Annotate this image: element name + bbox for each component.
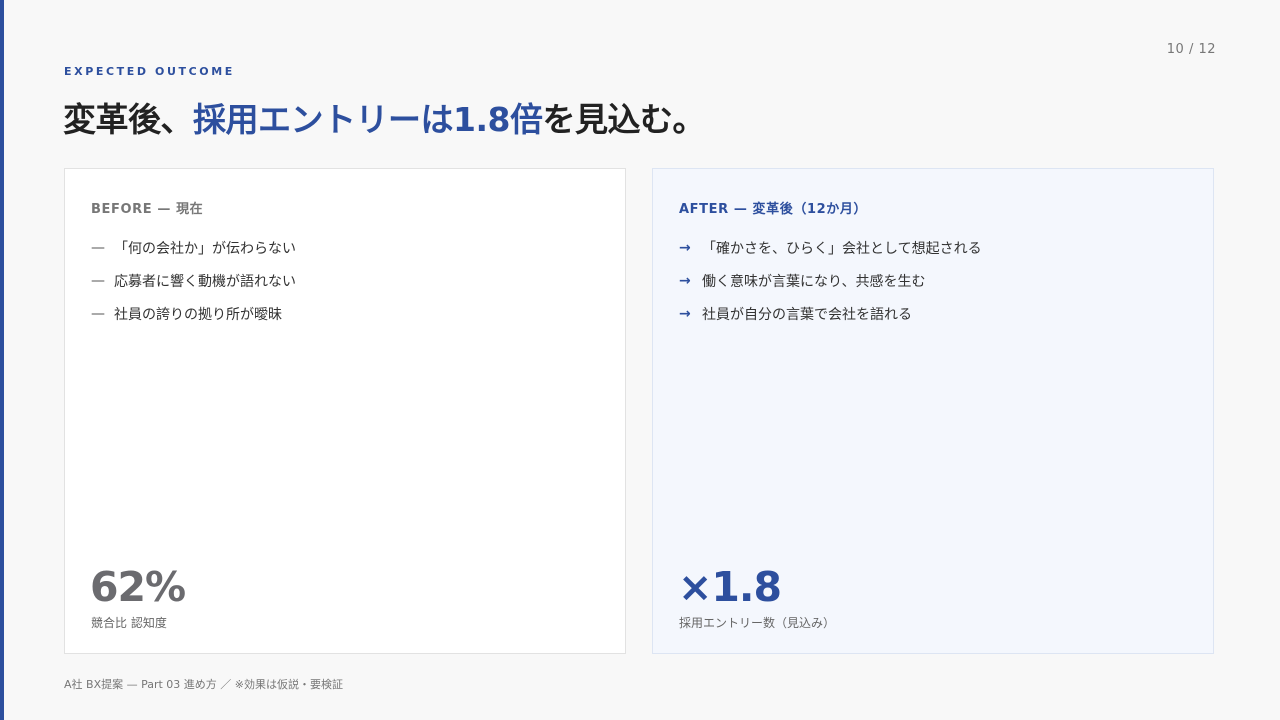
- after-label: AFTER — 変革後（12か月）: [679, 202, 868, 217]
- page-number: 10 / 12: [1166, 42, 1216, 57]
- list-item-text: 「確かさを、ひらく」会社として想起される: [702, 240, 982, 257]
- list-item: — 応募者に響く動機が語れない: [91, 264, 296, 297]
- after-list: → 「確かさを、ひらく」会社として想起される → 働く意味が言葉になり、共感を生…: [679, 231, 982, 330]
- list-item: → 働く意味が言葉になり、共感を生む: [679, 264, 982, 297]
- arrow-right-icon: →: [679, 239, 691, 256]
- before-stat-caption: 競合比 認知度: [91, 616, 167, 630]
- list-item: → 「確かさを、ひらく」会社として想起される: [679, 231, 982, 264]
- list-item-text: 社員の誇りの拠り所が曖昧: [114, 306, 282, 323]
- eyebrow-label: EXPECTED OUTCOME: [64, 65, 235, 78]
- list-item-text: 社員が自分の言葉で会社を語れる: [702, 306, 912, 323]
- dash-icon: —: [91, 272, 105, 289]
- title-accent: 採用エントリーは1.8倍: [193, 100, 543, 139]
- arrow-right-icon: →: [679, 272, 691, 289]
- dash-icon: —: [91, 239, 105, 256]
- after-card: AFTER — 変革後（12か月） → 「確かさを、ひらく」会社として想起される…: [652, 168, 1214, 654]
- before-card: BEFORE — 現在 — 「何の会社か」が伝わらない — 応募者に響く動機が語…: [64, 168, 626, 654]
- left-accent-bar: [0, 0, 4, 720]
- after-stat-caption: 採用エントリー数（見込み）: [679, 616, 836, 630]
- list-item: → 社員が自分の言葉で会社を語れる: [679, 297, 982, 330]
- title-prefix: 変革後、: [63, 100, 194, 139]
- before-stat-value: 62%: [90, 563, 186, 611]
- slide: 10 / 12 EXPECTED OUTCOME 変革後、採用エントリーは1.8…: [0, 0, 1280, 720]
- page-title: 変革後、採用エントリーは1.8倍を見込む。: [63, 93, 705, 141]
- before-label: BEFORE — 現在: [91, 202, 204, 217]
- list-item-text: 働く意味が言葉になり、共感を生む: [702, 273, 926, 290]
- list-item-text: 応募者に響く動機が語れない: [114, 273, 296, 290]
- before-list: — 「何の会社か」が伝わらない — 応募者に響く動機が語れない — 社員の誇りの…: [91, 231, 296, 330]
- list-item-text: 「何の会社か」が伝わらない: [114, 240, 296, 257]
- dash-icon: —: [91, 305, 105, 322]
- list-item: — 社員の誇りの拠り所が曖昧: [91, 297, 296, 330]
- title-suffix: を見込む。: [542, 100, 705, 139]
- arrow-right-icon: →: [679, 305, 691, 322]
- footer-note: A社 BX提案 — Part 03 進め方 ／ ※効果は仮説・要検証: [64, 678, 344, 691]
- after-stat-value: ×1.8: [678, 563, 782, 611]
- list-item: — 「何の会社か」が伝わらない: [91, 231, 296, 264]
